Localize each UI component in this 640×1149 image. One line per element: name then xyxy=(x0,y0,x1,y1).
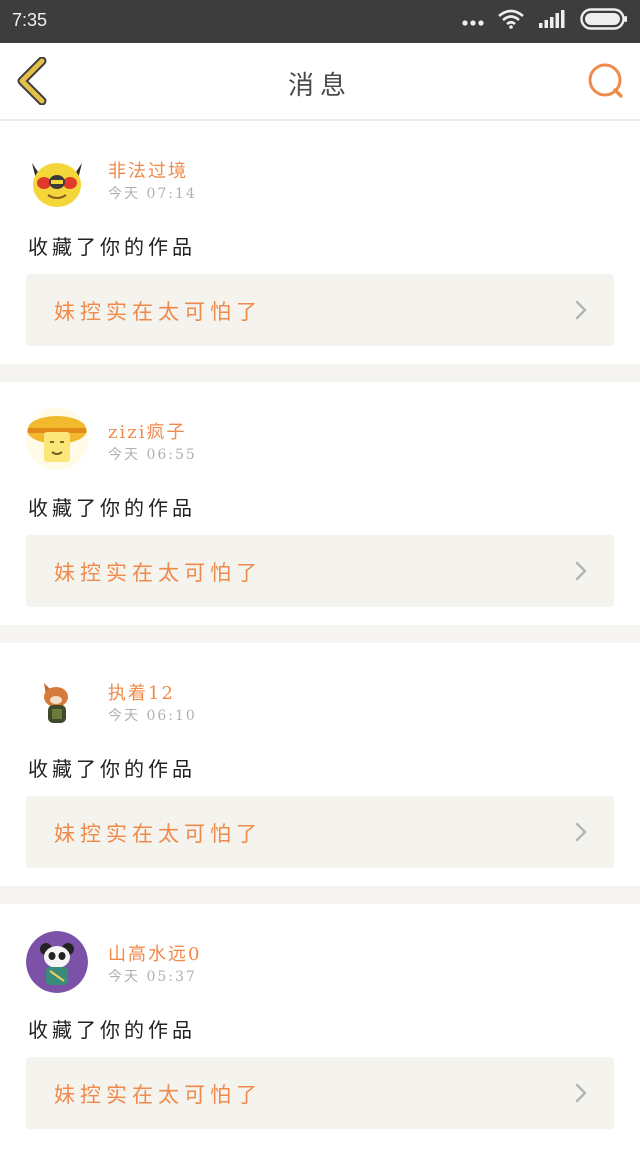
page-title: 消息 xyxy=(287,71,352,101)
message-time: 今天 05:37 xyxy=(108,969,197,985)
username[interactable]: zizi疯子 xyxy=(108,418,186,444)
status-icons xyxy=(462,8,628,34)
work-link[interactable]: 妹控实在太可怕了 xyxy=(26,796,614,868)
work-title: 妹控实在太可怕了 xyxy=(54,822,262,846)
wifi-icon xyxy=(498,9,524,33)
message-card: zizi疯子 今天 06:55 收藏了你的作品 妹控实在太可怕了 xyxy=(0,382,640,625)
chevron-right-icon xyxy=(575,1083,587,1103)
message-card: 执着12 今天 06:10 收藏了你的作品 妹控实在太可怕了 xyxy=(0,643,640,886)
battery-icon xyxy=(580,8,628,34)
username[interactable]: 执着12 xyxy=(108,679,175,705)
action-text: 收藏了你的作品 xyxy=(28,496,196,520)
message-card: 山高水远0 今天 05:37 收藏了你的作品 妹控实在太可怕了 xyxy=(0,904,640,1149)
signal-icon xyxy=(538,9,566,33)
pikachu-avatar[interactable] xyxy=(26,149,88,211)
panda-purple-avatar[interactable] xyxy=(26,931,88,993)
status-time: 7:35 xyxy=(12,10,48,30)
message-time: 今天 06:10 xyxy=(108,708,197,724)
action-text: 收藏了你的作品 xyxy=(28,757,196,781)
app-header: 消息 xyxy=(0,43,640,121)
message-time: 今天 07:14 xyxy=(108,186,197,202)
work-link[interactable]: 妹控实在太可怕了 xyxy=(26,274,614,346)
chevron-right-icon xyxy=(575,300,587,320)
work-title: 妹控实在太可怕了 xyxy=(54,561,262,585)
more-dots-icon xyxy=(462,12,484,31)
work-link[interactable]: 妹控实在太可怕了 xyxy=(26,1057,614,1129)
fox-character-avatar[interactable] xyxy=(26,669,88,731)
divider xyxy=(0,364,640,382)
work-link[interactable]: 妹控实在太可怕了 xyxy=(26,535,614,607)
message-card: 非法过境 今天 07:14 收藏了你的作品 妹控实在太可怕了 xyxy=(0,121,640,364)
work-title: 妹控实在太可怕了 xyxy=(54,300,262,324)
message-list: 非法过境 今天 07:14 收藏了你的作品 妹控实在太可怕了 zizi疯子 今天… xyxy=(0,121,640,1149)
action-text: 收藏了你的作品 xyxy=(28,1018,196,1042)
search-icon xyxy=(588,63,623,98)
username[interactable]: 非法过境 xyxy=(108,157,188,183)
status-bar: 7:35 xyxy=(0,0,640,43)
yellow-character-avatar[interactable] xyxy=(26,408,88,470)
divider xyxy=(0,886,640,904)
search-button[interactable] xyxy=(586,61,626,101)
divider xyxy=(0,625,640,643)
action-text: 收藏了你的作品 xyxy=(28,235,196,259)
work-title: 妹控实在太可怕了 xyxy=(54,1083,262,1107)
message-time: 今天 06:55 xyxy=(108,447,197,463)
chevron-right-icon xyxy=(575,822,587,842)
chevron-right-icon xyxy=(575,561,587,581)
username[interactable]: 山高水远0 xyxy=(108,940,201,966)
